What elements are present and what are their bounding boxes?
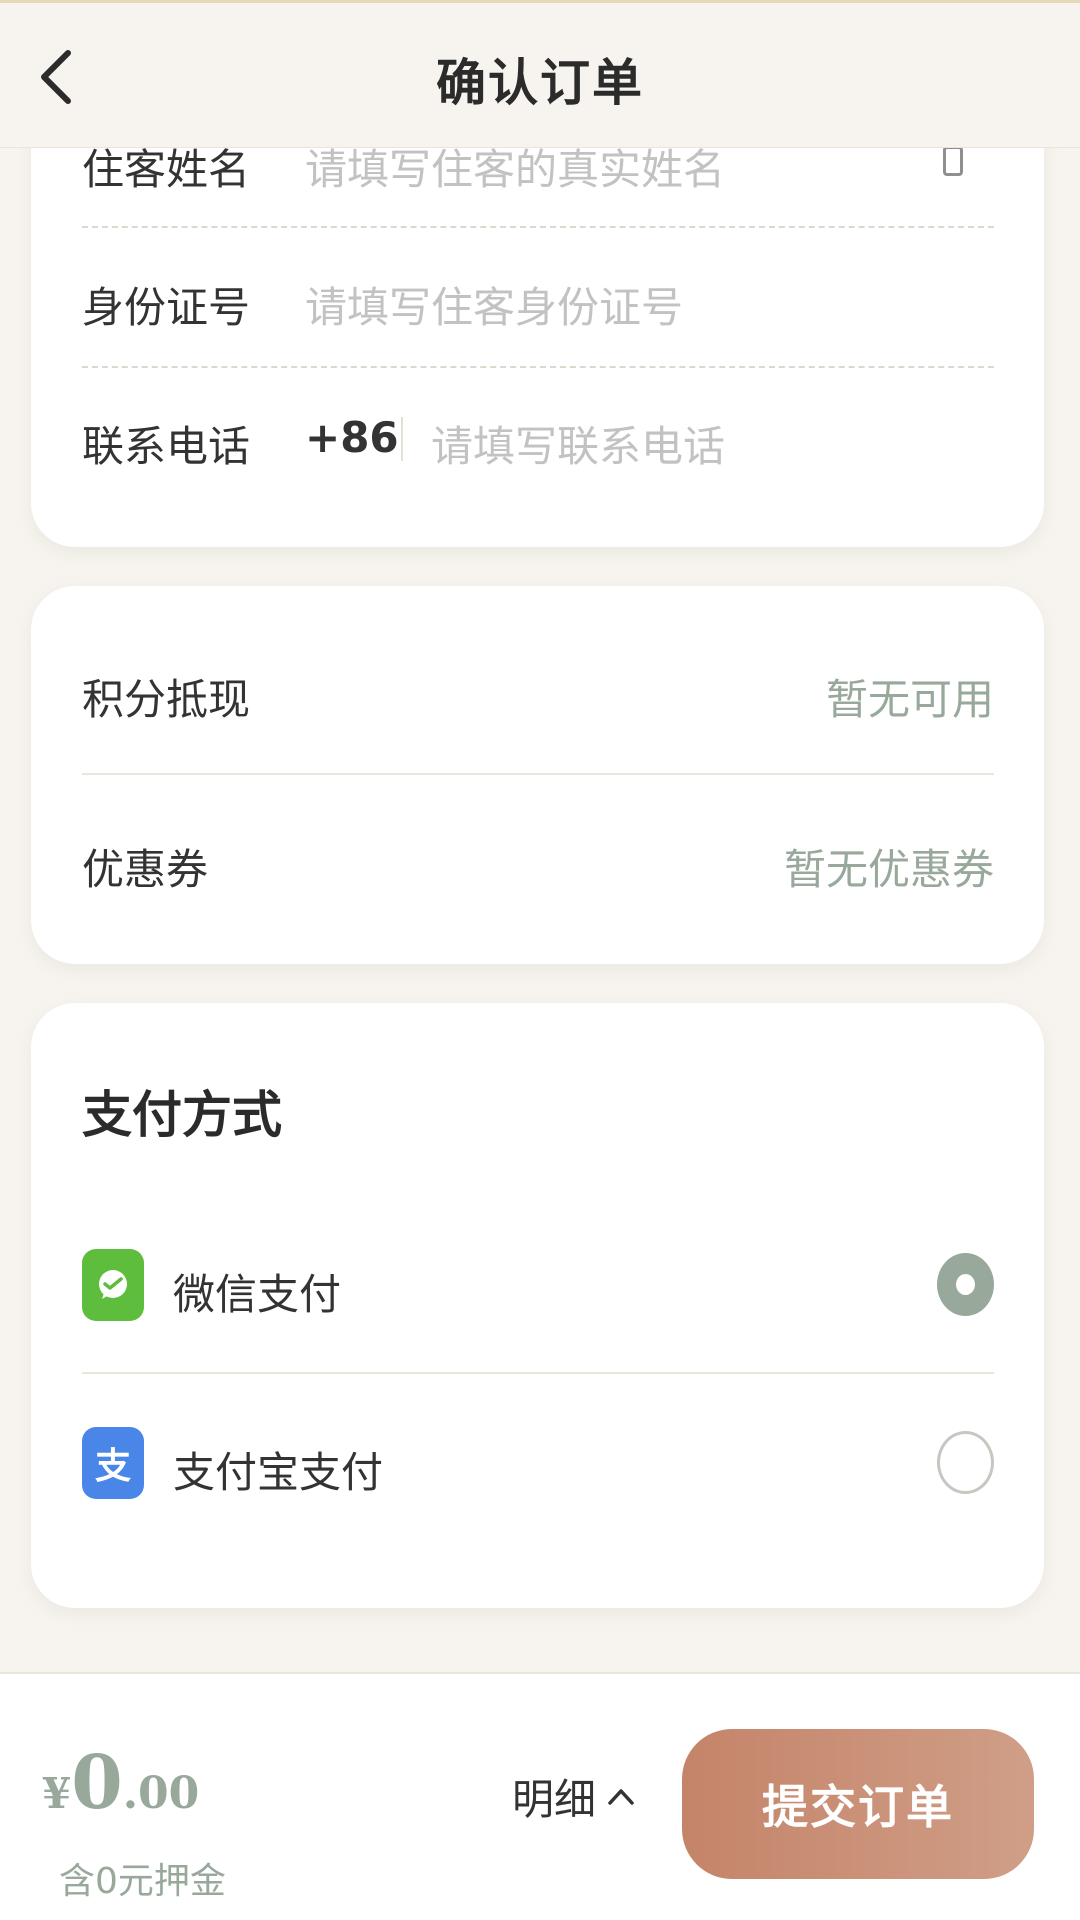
points-value[interactable]: 暂无可用 bbox=[826, 666, 994, 727]
phone-input[interactable]: 请填写联系电话 bbox=[431, 413, 725, 474]
points-label: 积分抵现 bbox=[82, 675, 251, 724]
price-integer: 0 bbox=[71, 1740, 123, 1826]
order-confirm-page: 住客姓名 请填写住客的真实姓名 身份证号 请填写住客身份证号 联系电话 +86 … bbox=[0, 0, 1080, 1920]
submit-order-button[interactable]: 提交订单 bbox=[682, 1729, 1034, 1879]
phone-label: 联系电话 bbox=[82, 422, 251, 471]
divider bbox=[82, 226, 994, 228]
discount-card: 积分抵现 暂无可用 优惠券 暂无优惠券 bbox=[31, 586, 1044, 964]
bottom-checkout-bar: ¥0.00 含0元押金 明细 提交订单 bbox=[0, 1672, 1080, 1920]
id-number-input[interactable]: 请填写住客身份证号 bbox=[305, 274, 683, 335]
payment-card: 支付方式 微信支付 支 支付宝支付 bbox=[31, 1003, 1044, 1608]
country-code[interactable]: +86 bbox=[305, 413, 399, 462]
wechat-pay-icon bbox=[82, 1249, 144, 1321]
chevron-up-icon bbox=[608, 1788, 634, 1805]
currency-symbol: ¥ bbox=[42, 1769, 72, 1818]
total-price: ¥0.00 bbox=[42, 1740, 199, 1826]
price-decimal: .00 bbox=[122, 1768, 200, 1819]
top-nav-bar: 确认订单 bbox=[0, 0, 1080, 148]
id-number-label: 身份证号 bbox=[82, 283, 251, 332]
code-separator bbox=[401, 417, 403, 461]
price-detail-button[interactable]: 明细 bbox=[512, 1766, 636, 1827]
deposit-note: 含0元押金 bbox=[59, 1861, 226, 1902]
divider bbox=[82, 366, 994, 368]
divider bbox=[82, 773, 994, 775]
alipay-icon: 支 bbox=[82, 1427, 144, 1499]
contact-book-icon[interactable] bbox=[943, 146, 963, 176]
page-title: 确认订单 bbox=[436, 54, 644, 112]
coupon-value[interactable]: 暂无优惠券 bbox=[784, 836, 994, 897]
wechat-pay-label[interactable]: 微信支付 bbox=[173, 1261, 341, 1322]
payment-section-title: 支付方式 bbox=[82, 1086, 282, 1144]
alipay-radio[interactable] bbox=[937, 1431, 994, 1494]
detail-label: 明细 bbox=[512, 1775, 597, 1824]
wechat-pay-radio[interactable] bbox=[937, 1253, 994, 1316]
coupon-label: 优惠券 bbox=[82, 845, 209, 894]
divider bbox=[82, 1372, 994, 1374]
alipay-label[interactable]: 支付宝支付 bbox=[173, 1439, 383, 1500]
